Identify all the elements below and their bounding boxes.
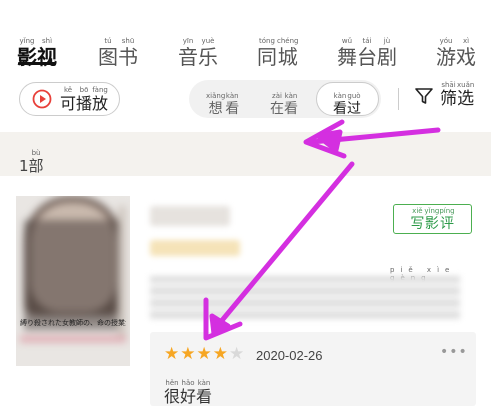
tab-label: yóu 游 xì 戏 <box>436 37 476 69</box>
playable-filter-button[interactable]: kě 可 bō 播 fàng 放 <box>19 82 120 116</box>
my-review-card[interactable]: ★ ★ ★ ★ ★ 2020-02-26 ••• hěn 很 hǎo 好 kàn 看 <box>150 332 476 406</box>
ruby-char: chéng 城 <box>277 37 299 69</box>
ruby-char: bō 播 <box>76 85 93 113</box>
ruby-char: xiǎng 想 <box>206 92 226 117</box>
ruby-char: xiě 写 <box>410 206 425 232</box>
tab-local[interactable]: tóng 同 chéng 城 <box>257 24 299 69</box>
ruby-char: jù 剧 <box>377 37 397 69</box>
ruby-char: tái 台 <box>357 37 377 69</box>
ruby-char: yǐng 影 <box>424 206 440 232</box>
ruby-char: kàn 看 <box>333 92 347 117</box>
poster-caption: 縛り殺された女教師の、命の授業がはじまる <box>20 319 126 327</box>
tab-games[interactable]: yóu 游 xì 戏 <box>436 24 476 69</box>
ruby-char: yóu 游 <box>436 37 456 69</box>
ruby-char: kàn 看 <box>284 92 298 117</box>
ruby-char: 1 <box>19 157 29 175</box>
ruby-char: xuǎn 选 <box>457 81 475 109</box>
filter-divider <box>398 88 399 110</box>
ruby-char: hěn 很 <box>164 379 181 406</box>
ruby-char: fàng 放 <box>92 85 109 113</box>
movie-info-blurred <box>150 276 460 320</box>
result-count-bar: 1 bù 部 <box>0 132 491 176</box>
star-filled-icon: ★ <box>180 344 196 364</box>
movie-poster[interactable]: 縛り殺された女教師の、命の授業がはじまる <box>16 196 130 366</box>
ruby-char: tú 图 <box>98 37 118 69</box>
tab-label: tóng 同 chéng 城 <box>257 37 299 69</box>
tab-label: tú 图 shū 书 <box>98 37 138 69</box>
filter-button[interactable]: shāi 筛 xuǎn 选 <box>414 82 474 108</box>
ruby-char: píng 评 <box>439 206 455 232</box>
ruby-char: yīn 音 <box>178 37 198 69</box>
ruby-char: wǔ 舞 <box>337 37 357 69</box>
poster-image-blurred <box>16 196 130 366</box>
tab-music[interactable]: yīn 音 yuè 乐 <box>178 24 218 69</box>
ruby-char: zài 在 <box>270 92 284 117</box>
segment-label: zài 在 kàn 看 <box>270 92 298 117</box>
ruby-char: tóng 同 <box>257 37 277 69</box>
category-tab-bar: yǐng 影 shì 视 tú 图 shū 书 yīn 音 yuè 乐 tóng 同 chéng 城 w… <box>0 0 491 69</box>
segment-label: kàn 看 guò 过 <box>333 92 361 117</box>
segment-watching[interactable]: zài 在 kàn 看 <box>270 86 298 117</box>
filter-label: shāi 筛 xuǎn 选 <box>440 82 474 108</box>
movie-title-blurred <box>150 206 230 226</box>
more-options-icon[interactable]: ••• <box>440 344 468 360</box>
write-review-label: xiě 写 yǐng 影 píng 评 <box>410 206 455 232</box>
tab-stage-drama[interactable]: wǔ 舞 tái 台 jù 剧 <box>337 24 397 69</box>
review-date: 2020-02-26 <box>256 348 323 363</box>
star-filled-icon: ★ <box>212 344 228 364</box>
star-empty-icon: ★ <box>229 344 245 364</box>
star-filled-icon: ★ <box>196 344 212 364</box>
ruby-char: shāi 筛 <box>440 81 457 109</box>
tab-film-tv[interactable]: yǐng 影 shì 视 <box>17 24 57 68</box>
ruby-char: hǎo 好 <box>180 379 197 406</box>
result-count: 1 bù 部 <box>19 144 44 174</box>
ruby-char: guò 过 <box>347 92 361 117</box>
play-circle-icon <box>32 89 52 109</box>
star-filled-icon: ★ <box>164 344 180 364</box>
segment-want-to-watch[interactable]: xiǎng 想 kàn 看 <box>206 86 240 117</box>
ruby-char: bù 部 <box>28 149 44 175</box>
review-text: hěn 很 hǎo 好 kàn 看 <box>164 370 212 405</box>
movie-rating-tag-blurred <box>150 240 240 256</box>
tab-label: wǔ 舞 tái 台 jù 剧 <box>337 37 397 69</box>
ruby-char: yuè 乐 <box>198 37 218 69</box>
ruby-char: shū 书 <box>118 37 138 69</box>
playable-label: kě 可 bō 播 fàng 放 <box>60 85 109 113</box>
active-tab-indicator <box>18 62 56 65</box>
tab-label: yīn 音 yuè 乐 <box>178 37 218 69</box>
filter-row: kě 可 bō 播 fàng 放 xiǎng 想 kàn 看 zài 在 kàn 看 kàn 看 guò 过… <box>0 76 491 122</box>
ruby-char: kě 可 <box>60 85 77 113</box>
tab-books[interactable]: tú 图 shū 书 <box>98 24 138 69</box>
ruby-char: xì 戏 <box>456 37 476 69</box>
rating-stars: ★ ★ ★ ★ ★ <box>164 346 245 363</box>
watch-status-segmented-control: xiǎng 想 kàn 看 zài 在 kàn 看 kàn 看 guò 过 <box>189 80 381 118</box>
funnel-icon <box>415 88 433 104</box>
ruby-char: kàn 看 <box>196 379 213 406</box>
segment-watched[interactable]: kàn 看 guò 过 <box>333 86 361 117</box>
segment-label: xiǎng 想 kàn 看 <box>206 92 240 117</box>
write-review-button[interactable]: xiě 写 yǐng 影 píng 评 <box>393 204 472 234</box>
ruby-char: kàn 看 <box>225 92 240 117</box>
